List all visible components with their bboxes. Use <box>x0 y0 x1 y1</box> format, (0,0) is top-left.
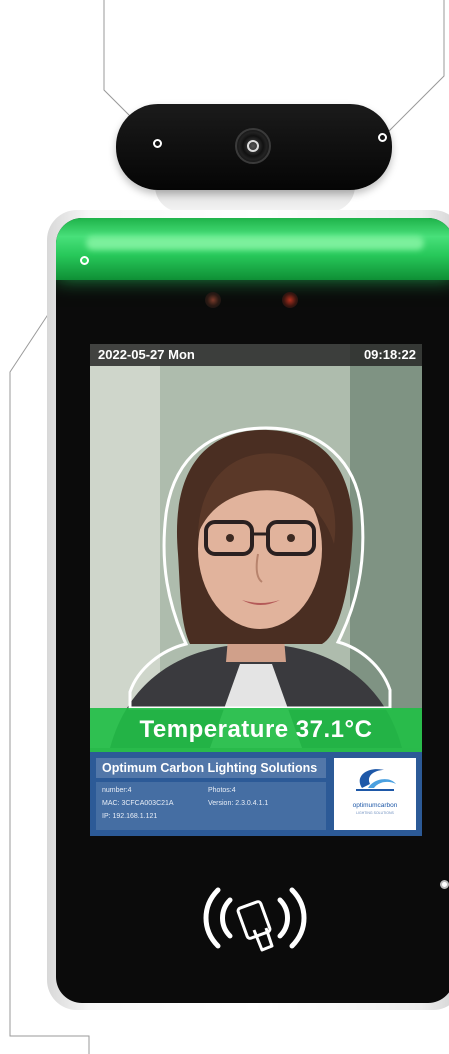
info-panel: Optimum Carbon Lighting Solutions number… <box>90 752 422 836</box>
detail-version: Version: 2.3.0.4.1.1 <box>208 800 269 807</box>
callout-dot-icon <box>153 139 162 148</box>
logo-subtext: LIGHTING SOLUTIONS <box>356 811 394 815</box>
logo-text: optimumcarbon <box>352 802 398 809</box>
temperature-readout: Temperature 37.1°C <box>90 708 422 752</box>
callout-dot-icon <box>440 880 449 889</box>
status-date: 2022-05-27 Mon <box>98 347 195 362</box>
detail-mac: MAC: 3CFCA003C21A <box>102 800 174 807</box>
status-bar: 2022-05-27 Mon 09:18:22 <box>90 344 422 366</box>
callout-dot-icon <box>378 133 387 142</box>
logo-mark-icon <box>356 769 396 791</box>
status-time: 09:18:22 <box>363 347 416 362</box>
detail-photos: Photos:4 <box>208 787 236 794</box>
company-name: Optimum Carbon Lighting Solutions <box>96 758 326 778</box>
nfc-card-icon[interactable] <box>180 868 330 968</box>
camera-lens-icon <box>235 128 271 164</box>
face-outline-icon <box>128 426 392 710</box>
device-details: number:4 MAC: 3CFCA003C21A IP: 192.168.1… <box>96 782 326 830</box>
face-photo <box>90 344 422 748</box>
callout-dot-icon <box>80 256 89 265</box>
detail-ip: IP: 192.168.1.121 <box>102 813 158 820</box>
ir-sensor <box>282 292 298 308</box>
detail-number: number:4 <box>102 787 132 794</box>
status-light-bar <box>56 218 449 280</box>
company-logo: optimumcarbon LIGHTING SOLUTIONS <box>334 758 416 830</box>
device-screen: 2022-05-27 Mon 09:18:22 Temperature 37.1… <box>90 344 422 836</box>
ir-sensor <box>205 292 221 308</box>
